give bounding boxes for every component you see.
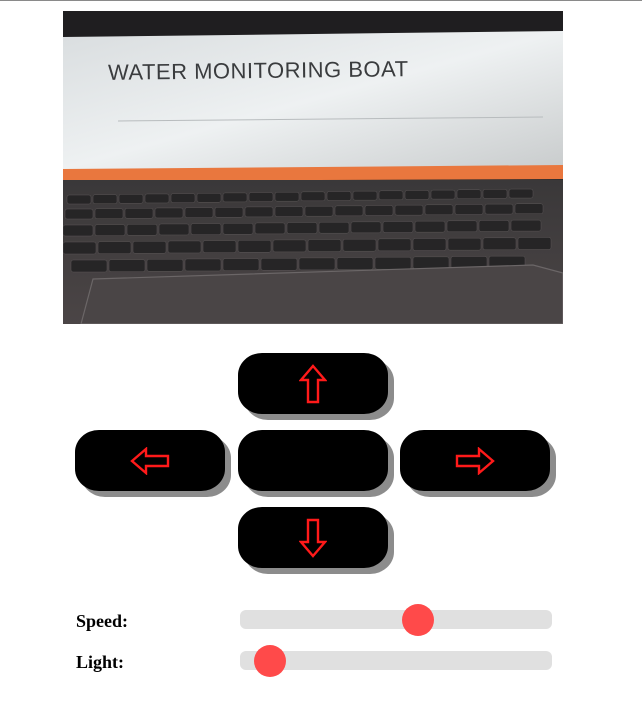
keyboard-key [64,208,94,220]
camera-feed: WATER MONITORING BOAT [63,11,563,324]
keyboard-key [94,224,126,236]
keyboard-key [304,205,334,217]
keyboard-key [414,220,446,233]
keyboard-key [92,194,118,204]
move-backward-button[interactable] [238,507,388,568]
stop-button[interactable] [238,430,388,491]
keyboard-key [517,237,552,250]
keyboard-key [63,224,94,237]
keyboard-key [510,219,542,232]
keyboard-key [454,204,484,215]
arrow-down-icon [299,518,327,558]
light-slider-thumb[interactable] [254,645,286,677]
keyboard-key [154,207,184,219]
keyboard-key [364,205,394,216]
keyboard-key [63,241,97,255]
keyboard-key [254,222,286,235]
keyboard-key [424,204,454,216]
keyboard-key [66,194,92,205]
keyboard-key [167,240,202,254]
keyboard-key [144,193,170,204]
speed-label: Speed: [76,611,129,631]
keyboard-key [342,238,377,252]
arrow-right-icon [455,446,495,475]
keyboard-key [307,239,342,252]
keyboard-key [222,258,260,271]
keyboard-key [377,238,412,252]
keyboard-key [214,207,244,218]
keyboard-key [237,240,272,253]
keyboard-key [190,223,222,235]
keyboard-key [394,204,424,216]
keyboard-key [412,256,450,270]
keyboard-key [514,203,544,214]
keyboard-key [374,256,412,270]
top-divider [0,0,642,1]
keyboard-key [170,193,196,203]
keyboard-key [274,191,300,202]
keyboard-key [318,221,350,234]
keyboard-key [334,205,364,217]
keyboard-key [508,188,534,199]
keyboard-key [412,238,447,251]
keyboard-key [126,224,158,236]
keyboard-key [260,258,298,271]
keyboard-key [382,221,414,233]
speed-slider[interactable] [240,604,552,636]
keyboard-key [447,237,482,251]
keyboard-key [184,258,222,272]
speed-slider-thumb[interactable] [402,604,435,636]
light-slider[interactable] [240,645,552,677]
arrow-left-icon [130,446,170,475]
keyboard-key [336,257,374,270]
keyboard-key [94,208,124,219]
keyboard-key [274,206,304,217]
keyboard-key [158,223,190,236]
move-forward-button[interactable] [238,353,388,414]
keyboard-key [248,192,274,202]
keyboard-key [430,189,456,200]
keyboard-key [272,239,307,253]
keyboard-key [456,189,482,199]
keyboard-key [244,206,274,218]
keyboard-key [404,190,430,200]
keyboard-key [482,189,508,199]
keyboard-key [184,207,214,218]
keyboard-key [352,190,378,201]
keyboard-key [146,259,184,272]
keyboard-key [132,241,167,254]
turn-left-button[interactable] [75,430,225,491]
keyboard-key [484,203,514,215]
keyboard-key [124,208,154,219]
keyboard-key [298,257,336,271]
keyboard-key [222,223,254,235]
keyboard-key [446,220,478,233]
keyboard-key [222,192,248,203]
keyboard-key [196,193,222,203]
keyboard-key [97,241,132,254]
keyboard-key [378,190,404,201]
keyboard-key [300,191,326,202]
camera-caption: WATER MONITORING BOAT [107,56,409,85]
keyboard-key [482,237,517,251]
turn-right-button[interactable] [400,430,550,491]
light-label: Light: [76,652,125,672]
keyboard-key [108,259,146,272]
keyboard-key [350,221,382,234]
keyboard-key [326,191,352,201]
keyboard-key [286,222,318,234]
keyboard-key [202,240,237,253]
keyboard-key [478,220,510,232]
keyboard-key [118,194,144,204]
arrow-up-icon [299,363,327,403]
keyboard-key [70,259,108,273]
